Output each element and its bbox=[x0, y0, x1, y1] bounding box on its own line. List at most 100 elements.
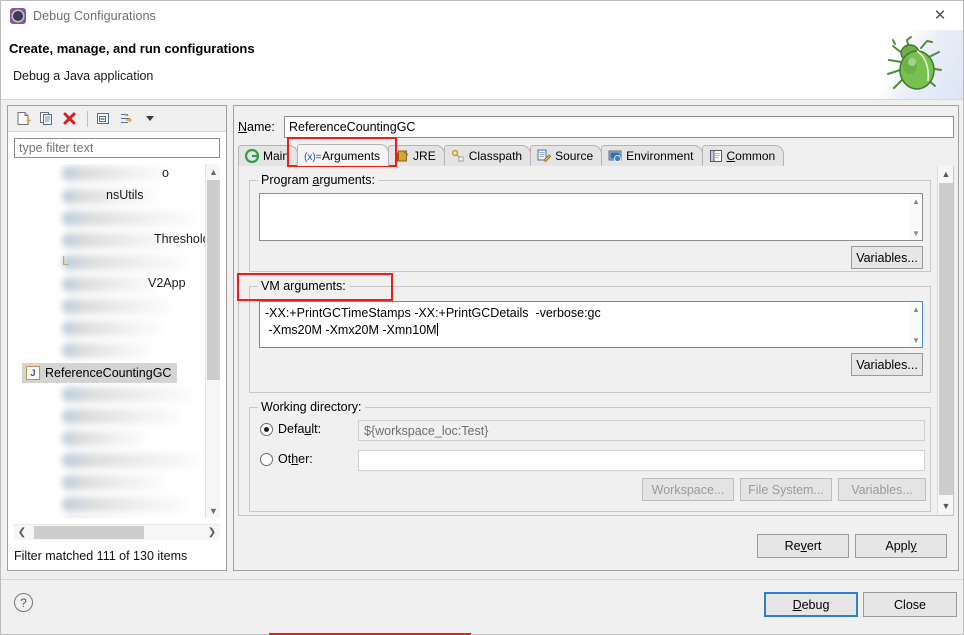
list-item[interactable]: Threshold bbox=[14, 230, 210, 252]
list-item[interactable] bbox=[14, 340, 204, 362]
panel-vertical-scrollbar[interactable]: ▲ ▼ bbox=[937, 166, 953, 514]
classpath-tab-icon bbox=[451, 149, 465, 163]
tab-arguments-label: Arguments bbox=[322, 148, 381, 163]
program-arguments-textarea[interactable] bbox=[259, 193, 923, 241]
close-icon[interactable]: ✕ bbox=[917, 1, 963, 30]
list-item[interactable]: V2App bbox=[14, 274, 204, 296]
program-arguments-scrollbar[interactable]: ▲ ▼ bbox=[909, 194, 922, 240]
tab-jre[interactable]: JRE bbox=[388, 145, 445, 166]
new-configuration-icon[interactable] bbox=[13, 109, 34, 129]
scroll-left-icon[interactable]: ❮ bbox=[14, 525, 30, 540]
tab-jre-label: JRE bbox=[413, 149, 436, 163]
page-subtitle: Debug a Java application bbox=[13, 69, 154, 83]
tab-classpath[interactable]: Classpath bbox=[443, 145, 532, 166]
filter-status-text: Filter matched 111 of 130 items bbox=[14, 549, 188, 563]
main-tab-icon bbox=[244, 148, 260, 164]
tree-horizontal-scrollbar[interactable]: ❮ ❯ bbox=[14, 524, 220, 540]
scroll-right-icon[interactable]: ❯ bbox=[204, 525, 220, 540]
list-item[interactable] bbox=[14, 296, 204, 318]
file-system-button[interactable]: File System... bbox=[740, 478, 832, 501]
view-menu-caret-icon[interactable] bbox=[139, 109, 160, 129]
working-directory-default-label: Default: bbox=[278, 422, 322, 436]
apply-button[interactable]: Apply bbox=[855, 534, 947, 558]
list-item[interactable]: o bbox=[14, 164, 204, 186]
program-arguments-variables-button[interactable]: Variables... bbox=[851, 246, 923, 269]
scroll-up-icon[interactable]: ▲ bbox=[909, 194, 923, 208]
tab-source[interactable]: Source bbox=[530, 145, 603, 166]
configurations-tree[interactable]: o nsUtils Threshold L V2App J ReferenceC… bbox=[14, 164, 220, 518]
working-directory-other-input[interactable] bbox=[358, 450, 925, 471]
vm-arguments-textarea[interactable]: -XX:+PrintGCTimeStamps -XX:+PrintGCDetai… bbox=[259, 301, 923, 348]
jre-tab-icon bbox=[395, 149, 409, 163]
tab-common-label: Common bbox=[726, 149, 776, 163]
list-item[interactable] bbox=[14, 428, 204, 450]
working-directory-default-radio[interactable]: Default: bbox=[260, 422, 321, 436]
scroll-up-icon[interactable]: ▲ bbox=[909, 302, 923, 316]
help-icon[interactable]: ? bbox=[14, 593, 33, 612]
scroll-down-icon[interactable]: ▼ bbox=[909, 226, 923, 240]
list-item[interactable] bbox=[14, 472, 204, 494]
footer-divider bbox=[1, 579, 963, 580]
tab-arguments[interactable]: (x)= Arguments bbox=[297, 144, 390, 166]
delete-configuration-icon[interactable] bbox=[59, 109, 80, 129]
duplicate-configuration-icon[interactable] bbox=[36, 109, 57, 129]
working-directory-other-radio[interactable]: Other: bbox=[260, 452, 313, 466]
name-row: Name: bbox=[238, 116, 954, 138]
list-item[interactable] bbox=[14, 516, 204, 518]
header-artwork bbox=[869, 30, 963, 99]
working-directory-label: Working directory: bbox=[258, 400, 365, 414]
list-item-label: ReferenceCountingGC bbox=[45, 366, 172, 380]
page-title: Create, manage, and run configurations bbox=[9, 41, 255, 56]
tab-main-label: Main bbox=[263, 149, 290, 163]
arguments-tab-icon: (x)= bbox=[304, 149, 322, 163]
working-directory-variables-button[interactable]: Variables... bbox=[838, 478, 926, 501]
svg-text:(x)=: (x)= bbox=[304, 152, 322, 163]
debug-configurations-dialog: Debug Configurations ✕ Create, manage, a… bbox=[0, 0, 964, 635]
collapse-all-icon[interactable] bbox=[93, 109, 114, 129]
filter-icon[interactable] bbox=[116, 109, 137, 129]
tree-vertical-scrollbar[interactable]: ▲ ▼ bbox=[205, 164, 220, 518]
program-arguments-group: Program arguments: ▲ ▼ Variables... bbox=[249, 173, 931, 272]
configuration-name-input[interactable] bbox=[284, 116, 954, 138]
tab-environment[interactable]: Environment bbox=[601, 145, 703, 166]
dialog-header: Create, manage, and run configurations D… bbox=[1, 30, 963, 100]
revert-button[interactable]: Revert bbox=[757, 534, 849, 558]
list-item[interactable] bbox=[14, 406, 204, 428]
working-directory-default-value: ${workspace_loc:Test} bbox=[358, 420, 925, 441]
tab-main[interactable]: Main bbox=[238, 145, 299, 166]
debug-button[interactable]: Debug bbox=[764, 592, 858, 617]
vm-arguments-variables-button[interactable]: Variables... bbox=[851, 353, 923, 376]
search-input[interactable] bbox=[14, 138, 220, 158]
scroll-up-icon[interactable]: ▲ bbox=[206, 164, 220, 179]
list-item[interactable] bbox=[14, 318, 204, 340]
scroll-down-icon[interactable]: ▼ bbox=[909, 333, 923, 347]
list-item[interactable] bbox=[14, 450, 204, 472]
list-item[interactable]: nsUtils bbox=[14, 186, 204, 208]
close-button[interactable]: Close bbox=[863, 592, 957, 617]
scroll-down-icon[interactable]: ▼ bbox=[938, 498, 954, 514]
list-item[interactable] bbox=[14, 494, 204, 516]
radio-default-indicator bbox=[260, 422, 273, 436]
vm-arguments-scrollbar[interactable]: ▲ ▼ bbox=[909, 302, 922, 347]
vm-arguments-label: VM arguments: bbox=[258, 279, 349, 293]
tab-common[interactable]: Common bbox=[701, 145, 785, 166]
working-directory-group: Working directory: Default: ${workspace_… bbox=[249, 400, 931, 512]
tab-classpath-label: Classpath bbox=[468, 149, 523, 163]
tab-environment-label: Environment bbox=[626, 149, 694, 163]
workspace-button[interactable]: Workspace... bbox=[642, 478, 734, 501]
list-item[interactable]: L bbox=[14, 252, 204, 274]
source-tab-icon bbox=[537, 149, 552, 163]
list-item-selected[interactable]: J ReferenceCountingGC bbox=[14, 362, 204, 384]
list-item[interactable] bbox=[14, 208, 204, 230]
gear-icon bbox=[10, 7, 26, 24]
vm-arguments-line-1: -XX:+PrintGCTimeStamps -XX:+PrintGCDetai… bbox=[265, 306, 601, 320]
scroll-up-icon[interactable]: ▲ bbox=[938, 166, 954, 182]
list-item[interactable] bbox=[14, 384, 204, 406]
configurations-tree-panel: o nsUtils Threshold L bbox=[7, 105, 227, 571]
environment-tab-icon bbox=[608, 149, 622, 163]
title-bar: Debug Configurations ✕ bbox=[1, 1, 963, 30]
green-bug-icon bbox=[887, 36, 942, 90]
window-title: Debug Configurations bbox=[33, 8, 156, 23]
scroll-down-icon[interactable]: ▼ bbox=[206, 503, 220, 518]
radio-other-indicator bbox=[260, 452, 273, 466]
